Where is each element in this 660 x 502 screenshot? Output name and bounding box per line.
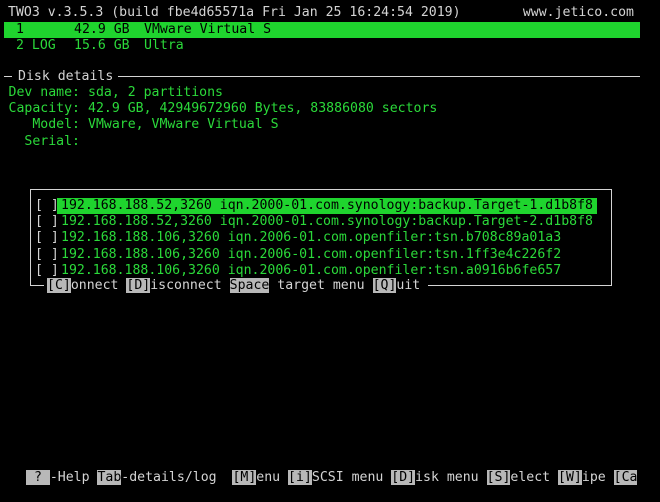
disk-details-title: Disk details	[16, 69, 116, 85]
footer-menu-item[interactable]: [Ca	[613, 470, 638, 485]
footer-menu-item[interactable]: [S]elect	[486, 470, 559, 485]
dialog-menu-item[interactable]: Space target menu	[229, 278, 373, 293]
footer-keybar: ? -Help Tab-details/log [M]enu [i]SCSI m…	[26, 470, 638, 486]
footer-menu-item[interactable]: ? -Help	[26, 470, 97, 485]
target-checkbox[interactable]: [ ]	[35, 247, 59, 263]
footer-label: -details/log	[121, 470, 233, 485]
footer-menu-item[interactable]: [W]ipe	[558, 470, 614, 485]
dialog-menu-item[interactable]: [D]isconnect	[126, 278, 229, 293]
target-checkbox[interactable]: [ ]	[35, 198, 59, 214]
iscsi-target-item[interactable]: [ ] 192.168.188.106,3260 iqn.2006-01.com.…	[33, 247, 607, 263]
target-address: 192.168.188.52,3260 iqn.2000-01.com.syno…	[61, 214, 593, 230]
iscsi-target-item[interactable]: [ ] 192.168.188.106,3260 iqn.2006-01.com.…	[33, 230, 607, 246]
target-address: 192.168.188.106,3260 iqn.2006-01.com.ope…	[61, 262, 562, 278]
terminal-screen: TWO3 v.3.5.3 (build fbe4d65571a Fri Jan …	[0, 0, 660, 502]
dialog-menu-label: target menu	[269, 278, 373, 293]
disk-row[interactable]: 1 42.9 GB VMware Virtual S	[4, 22, 640, 38]
footer-key: [W]	[558, 470, 582, 485]
iscsi-target-item[interactable]: [ ] 192.168.188.106,3260 iqn.2006-01.com.…	[33, 263, 607, 279]
dialog-menu-key: Space	[229, 278, 270, 293]
footer-label: elect	[510, 470, 559, 485]
footer-key: [S]	[486, 470, 511, 485]
target-address: 192.168.188.106,3260 iqn.2006-01.com.ope…	[61, 230, 562, 246]
dialog-menu-label: isconnect	[150, 278, 230, 293]
iscsi-target-item[interactable]: [ ] 192.168.188.52,3260 iqn.2000-01.com.s…	[33, 198, 607, 214]
footer-menu-item[interactable]: [M]enu	[232, 470, 288, 485]
footer-key: [D]	[391, 470, 416, 485]
app-title: TWO3 v.3.5.3 (build fbe4d65571a Fri Jan …	[8, 5, 461, 20]
footer-label: -Help	[49, 470, 98, 485]
detail-label: Capacity:	[8, 101, 80, 117]
disk-size: 42.9 GB	[74, 22, 130, 37]
disk-size: 15.6 GB	[74, 38, 130, 53]
target-address: 192.168.188.106,3260 iqn.2006-01.com.ope…	[61, 246, 562, 262]
dialog-border-bottom-left	[30, 285, 44, 286]
iscsi-targets-dialog: [ ] 192.168.188.52,3260 iqn.2000-01.com.s…	[30, 189, 612, 285]
footer-label: isk menu	[415, 470, 487, 485]
dialog-menu-item[interactable]: [C]onnect	[47, 278, 126, 293]
dialog-menu-item[interactable]: [Q]uit	[372, 278, 421, 293]
footer-key: [M]	[232, 470, 257, 485]
disk-row[interactable]: 2 LOG 15.6 GB Ultra	[4, 38, 640, 54]
dialog-border-bottom-right	[428, 285, 612, 286]
footer-key: Tab	[97, 470, 122, 485]
dialog-menu: [C]onnect [D]isconnect Space target menu…	[47, 278, 420, 294]
disk-name: Ultra	[144, 38, 184, 53]
detail-value: VMware, VMware Virtual S	[88, 117, 279, 133]
footer-label: ipe	[581, 470, 614, 485]
footer-menu-item[interactable]: [i]SCSI menu	[288, 470, 391, 485]
target-checkbox[interactable]: [ ]	[35, 214, 59, 230]
vendor-site: www.jetico.com	[522, 5, 634, 20]
target-checkbox[interactable]: [ ]	[35, 230, 59, 246]
disk-number: 1	[16, 22, 24, 37]
disk-name: VMware Virtual S	[144, 22, 272, 37]
detail-value: 42.9 GB, 42949672960 Bytes, 83886080 sec…	[88, 101, 438, 117]
footer-menu-item[interactable]: [D]isk menu	[391, 470, 486, 485]
footer-key: [i]	[288, 470, 312, 485]
disk-number: 2 LOG	[16, 38, 56, 53]
footer-label: enu	[256, 470, 289, 485]
detail-label: Serial:	[24, 133, 80, 149]
footer-key: [Ca	[613, 470, 638, 485]
footer-menu-item[interactable]: Tab-details/log	[97, 470, 232, 485]
iscsi-target-item[interactable]: [ ] 192.168.188.52,3260 iqn.2000-01.com.s…	[33, 214, 607, 230]
detail-label: Dev name:	[8, 85, 80, 100]
dialog-menu-key: [C]	[47, 278, 71, 293]
footer-key: ?	[26, 470, 50, 485]
section-divider-left	[4, 76, 12, 77]
dialog-menu-key: [Q]	[372, 278, 397, 293]
footer-label: SCSI menu	[311, 470, 392, 485]
dialog-menu-label: onnect	[70, 278, 127, 293]
target-checkbox[interactable]: [ ]	[35, 263, 59, 279]
detail-label: Model:	[32, 117, 80, 133]
detail-value: sda, 2 partitions	[88, 85, 223, 100]
section-divider-right	[118, 76, 640, 77]
dialog-menu-key: [D]	[126, 278, 151, 293]
dialog-menu-label: uit	[396, 278, 421, 293]
target-address: 192.168.188.52,3260 iqn.2000-01.com.syno…	[57, 198, 597, 214]
